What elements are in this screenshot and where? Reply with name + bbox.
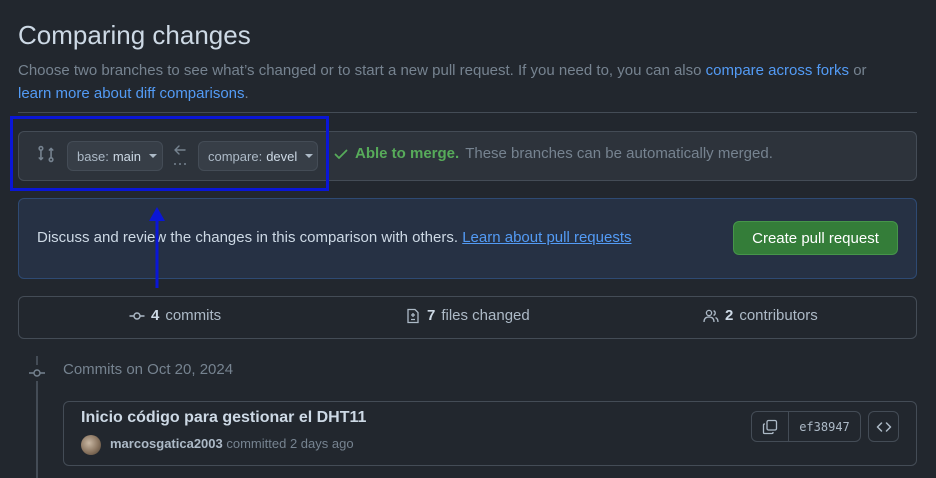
check-icon <box>334 149 348 159</box>
commit-meta: marcosgatica2003 committed 2 days ago <box>110 436 354 451</box>
commit-sha-group: ef38947 <box>751 411 861 442</box>
file-diff-icon <box>407 308 419 323</box>
or-text: or <box>853 62 867 79</box>
code-icon <box>876 421 891 432</box>
files-changed-summary[interactable]: 7 files changed <box>405 307 530 324</box>
copy-sha-button[interactable] <box>752 412 789 441</box>
contributors-summary[interactable]: 2 contributors <box>703 307 818 324</box>
subtitle-text: Choose two branches to see what’s change… <box>18 62 702 79</box>
create-pull-request-button[interactable]: Create pull request <box>733 221 898 255</box>
discuss-message: Discuss and review the changes in this c… <box>37 229 459 246</box>
commit-time: committed 2 days ago <box>226 436 354 451</box>
discuss-text: Discuss and review the changes in this c… <box>37 229 632 246</box>
compare-across-forks-link[interactable]: compare across forks <box>706 62 849 79</box>
people-icon <box>703 309 719 322</box>
commit-author-link[interactable]: marcosgatica2003 <box>110 436 223 451</box>
annotation-arrow-icon <box>149 207 165 288</box>
copy-icon <box>762 419 778 434</box>
files-label: files changed <box>441 307 530 324</box>
commits-summary[interactable]: 4 commits <box>129 307 221 324</box>
contributors-count: 2 <box>725 307 734 324</box>
commits-count: 4 <box>151 307 160 324</box>
divider <box>18 112 917 113</box>
page-subtitle: Choose two branches to see what’s change… <box>18 59 918 105</box>
contributors-label: contributors <box>739 307 818 324</box>
annotation-highlight-box <box>10 116 329 191</box>
period-text: . <box>244 85 249 102</box>
learn-diff-comparisons-link[interactable]: learn more about diff comparisons <box>18 85 245 102</box>
git-commit-icon <box>28 365 46 381</box>
browse-repository-button[interactable] <box>868 411 899 442</box>
commit-sha-link[interactable]: ef38947 <box>789 412 860 441</box>
commits-date-heading: Commits on Oct 20, 2024 <box>63 361 234 378</box>
avatar[interactable] <box>81 435 101 455</box>
learn-pull-requests-link[interactable]: Learn about pull requests <box>462 229 631 246</box>
merge-ok-text: Able to merge. <box>355 145 460 162</box>
merge-status: Able to merge. These branches can be aut… <box>333 145 773 162</box>
git-commit-icon <box>129 311 145 320</box>
commits-label: commits <box>165 307 222 324</box>
commit-title-link[interactable]: Inicio código para gestionar el DHT11 <box>81 409 366 427</box>
page-title: Comparing changes <box>18 20 251 50</box>
files-count: 7 <box>427 307 436 324</box>
merge-description: These branches can be automatically merg… <box>465 145 773 162</box>
